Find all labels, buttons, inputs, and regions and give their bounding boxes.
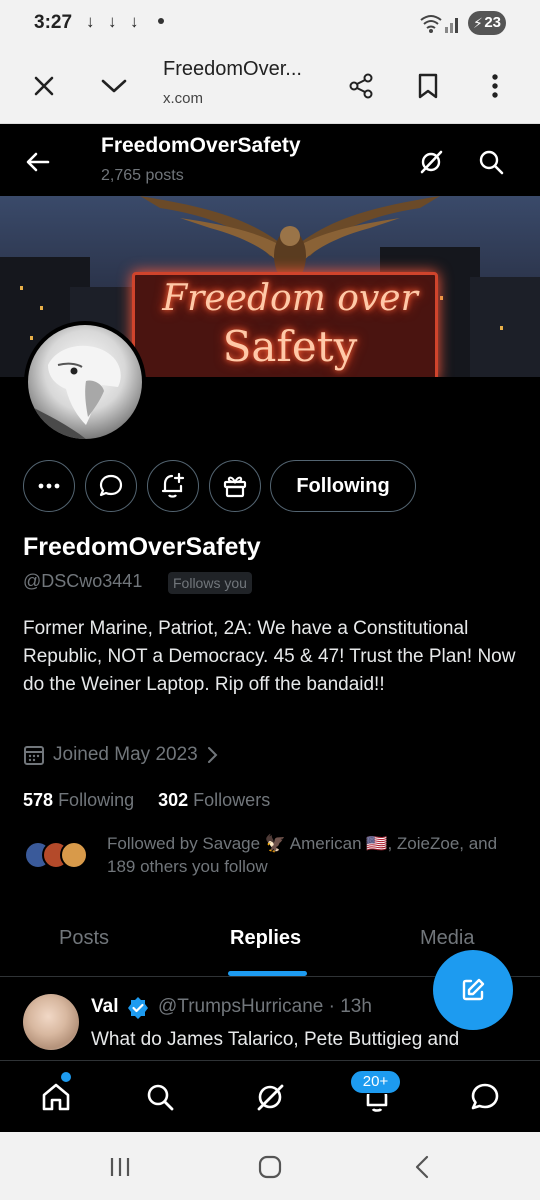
status-bar: 3:27 ↓ ↓ ↓ ⚡ 23 xyxy=(0,0,540,48)
tweet-handle-time[interactable]: @TrumpsHurricane · 13h xyxy=(158,996,372,1018)
profile-bio: Former Marine, Patriot, 2A: We have a Co… xyxy=(23,618,516,695)
charging-icon: ⚡ xyxy=(473,15,483,31)
battery-level: 23 xyxy=(484,14,501,31)
banner-window xyxy=(30,336,33,340)
following-label: Following xyxy=(58,790,135,810)
joined-text: Joined May 2023 xyxy=(53,744,198,765)
more-options-button[interactable] xyxy=(23,460,75,512)
recent-apps-icon[interactable] xyxy=(103,1150,137,1184)
messages-icon[interactable] xyxy=(465,1077,505,1117)
gift-button[interactable] xyxy=(209,460,261,512)
notify-button[interactable] xyxy=(147,460,199,512)
banner-text-line1: Freedom over xyxy=(162,278,418,319)
page-title: FreedomOver... xyxy=(163,58,302,80)
more-horizontal-icon xyxy=(38,483,60,489)
battery-indicator: ⚡ 23 xyxy=(468,11,506,35)
following-button[interactable]: Following xyxy=(270,460,416,512)
followers-stat[interactable]: 302 Followers xyxy=(158,790,270,810)
banner-text-line2: Safety xyxy=(222,322,358,371)
bell-plus-icon xyxy=(161,472,185,498)
clock: 3:27 xyxy=(34,12,73,33)
followers-label: Followers xyxy=(193,790,271,810)
wifi-icon xyxy=(420,14,442,39)
banner-building xyxy=(470,277,540,377)
profile-handle: @DSCwo3441 xyxy=(23,571,143,591)
compose-icon xyxy=(462,978,485,1001)
message-button[interactable] xyxy=(85,460,137,512)
chevron-down-icon[interactable] xyxy=(94,66,134,106)
tab-posts[interactable]: Posts xyxy=(59,927,109,950)
banner-window xyxy=(440,296,443,300)
eagle-avatar-icon xyxy=(28,345,121,439)
avatar[interactable] xyxy=(24,321,146,443)
follow-stats: 578 Following 302 Followers xyxy=(23,790,270,811)
joined-date: Joined May 2023 xyxy=(23,744,218,766)
active-tab-indicator xyxy=(228,971,307,976)
tweet-author-name[interactable]: Val xyxy=(91,996,118,1018)
message-bubble-icon xyxy=(99,474,123,497)
share-icon[interactable] xyxy=(341,66,381,106)
header-name: FreedomOverSafety xyxy=(101,134,301,157)
grok-icon[interactable] xyxy=(411,142,451,182)
back-icon[interactable] xyxy=(405,1150,439,1184)
download-icon: ↓ xyxy=(130,12,139,31)
following-stat[interactable]: 578 Following xyxy=(23,790,134,810)
download-icon: ↓ xyxy=(86,12,95,31)
tweet-text: What do James Talarico, Pete Buttigieg a… xyxy=(91,1029,460,1050)
search-icon[interactable] xyxy=(471,142,511,182)
tweet-avatar[interactable] xyxy=(23,994,79,1050)
banner-window xyxy=(40,306,43,310)
tab-media[interactable]: Media xyxy=(420,927,474,950)
banner-window xyxy=(20,286,23,290)
banner-window xyxy=(500,326,503,330)
bookmark-icon[interactable] xyxy=(408,66,448,106)
follows-you-badge: Follows you xyxy=(168,572,252,594)
signal-icon xyxy=(444,14,462,39)
system-navigation-bar xyxy=(0,1132,540,1200)
home-unread-dot xyxy=(61,1072,71,1082)
close-icon[interactable] xyxy=(24,66,64,106)
followers-count: 302 xyxy=(158,790,189,810)
notification-dot-icon xyxy=(158,18,164,24)
home-icon[interactable] xyxy=(36,1077,76,1117)
chevron-right-icon[interactable] xyxy=(206,746,218,764)
profile-actions: Following xyxy=(0,460,540,512)
tab-replies[interactable]: Replies xyxy=(230,927,301,950)
notification-badge: 20+ xyxy=(350,1070,401,1094)
more-vertical-icon[interactable] xyxy=(475,66,515,106)
gift-icon xyxy=(223,476,247,498)
following-count: 578 xyxy=(23,790,54,810)
browser-toolbar: FreedomOver... x.com xyxy=(0,48,540,124)
follower-avatar xyxy=(60,841,88,869)
compose-button[interactable] xyxy=(433,950,513,1030)
followed-by-text[interactable]: Followed by Savage 🦅 American 🇺🇸, ZoieZo… xyxy=(107,832,517,878)
grok-icon[interactable] xyxy=(250,1077,290,1117)
home-button-icon[interactable] xyxy=(253,1150,287,1184)
download-icon: ↓ xyxy=(108,12,117,31)
calendar-icon xyxy=(24,746,44,765)
post-count: 2,765 posts xyxy=(101,167,184,184)
search-icon[interactable] xyxy=(140,1077,180,1117)
profile-header: FreedomOverSafety 2,765 posts xyxy=(0,124,540,196)
verified-badge-icon xyxy=(126,996,150,1025)
bottom-navigation: 20+ xyxy=(0,1060,540,1132)
back-arrow-icon[interactable] xyxy=(18,142,58,182)
profile-display-name: FreedomOverSafety xyxy=(23,533,261,561)
page-domain: x.com xyxy=(163,90,204,107)
